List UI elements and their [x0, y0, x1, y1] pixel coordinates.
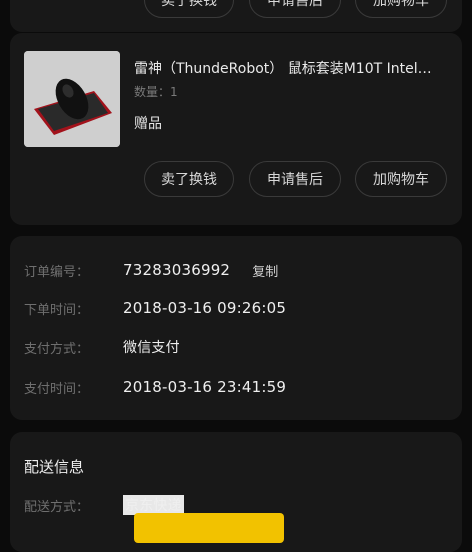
gift-item-card: 雷神（ThundeRobot） 鼠标套装M10T Intel… 数量：1 赠品 …	[10, 33, 462, 225]
after-sale-button[interactable]: 申请售后	[249, 161, 341, 197]
copy-button[interactable]: 复制	[252, 261, 278, 280]
order-time-row: 下单时间： 2018-03-16 09:26:05	[24, 296, 454, 320]
sell-button[interactable]: 卖了换钱	[144, 0, 234, 18]
pay-time-value: 2018-03-16 23:41:59	[123, 378, 287, 396]
gift-tag: 赠品	[134, 116, 162, 132]
order-number-label: 订单编号：	[24, 264, 90, 280]
order-time-label: 下单时间：	[24, 302, 90, 318]
product-quantity: 数量：1	[134, 85, 178, 99]
order-number-row: 订单编号： 73283036992 复制	[24, 258, 454, 282]
pay-time-label: 支付时间：	[24, 381, 90, 397]
pay-time-row: 支付时间： 2018-03-16 23:41:59	[24, 375, 454, 399]
add-cart-button[interactable]: 加购物车	[355, 161, 447, 197]
pay-method-row: 支付方式： 微信支付	[24, 335, 454, 359]
highlight-banner	[134, 513, 284, 543]
order-info-card: 订单编号： 73283036992 复制 下单时间： 2018-03-16 09…	[10, 236, 462, 420]
delivery-method-value: 京东快递	[123, 495, 184, 515]
delivery-title: 配送信息	[24, 458, 85, 476]
add-cart-button[interactable]: 加购物车	[355, 0, 447, 18]
pay-method-value: 微信支付	[123, 340, 180, 356]
product-title[interactable]: 雷神（ThundeRobot） 鼠标套装M10T Intel…	[134, 58, 454, 78]
order-time-value: 2018-03-16 09:26:05	[123, 299, 287, 317]
sell-button[interactable]: 卖了换钱	[144, 161, 234, 197]
top-item-card: 卖了换钱 申请售后 加购物车	[10, 0, 462, 32]
mouse-product-icon	[24, 51, 120, 147]
pay-method-label: 支付方式：	[24, 341, 90, 357]
order-number-value: 73283036992	[123, 261, 231, 279]
product-image[interactable]	[24, 51, 120, 147]
after-sale-button[interactable]: 申请售后	[249, 0, 341, 18]
delivery-method-label: 配送方式：	[24, 499, 90, 515]
